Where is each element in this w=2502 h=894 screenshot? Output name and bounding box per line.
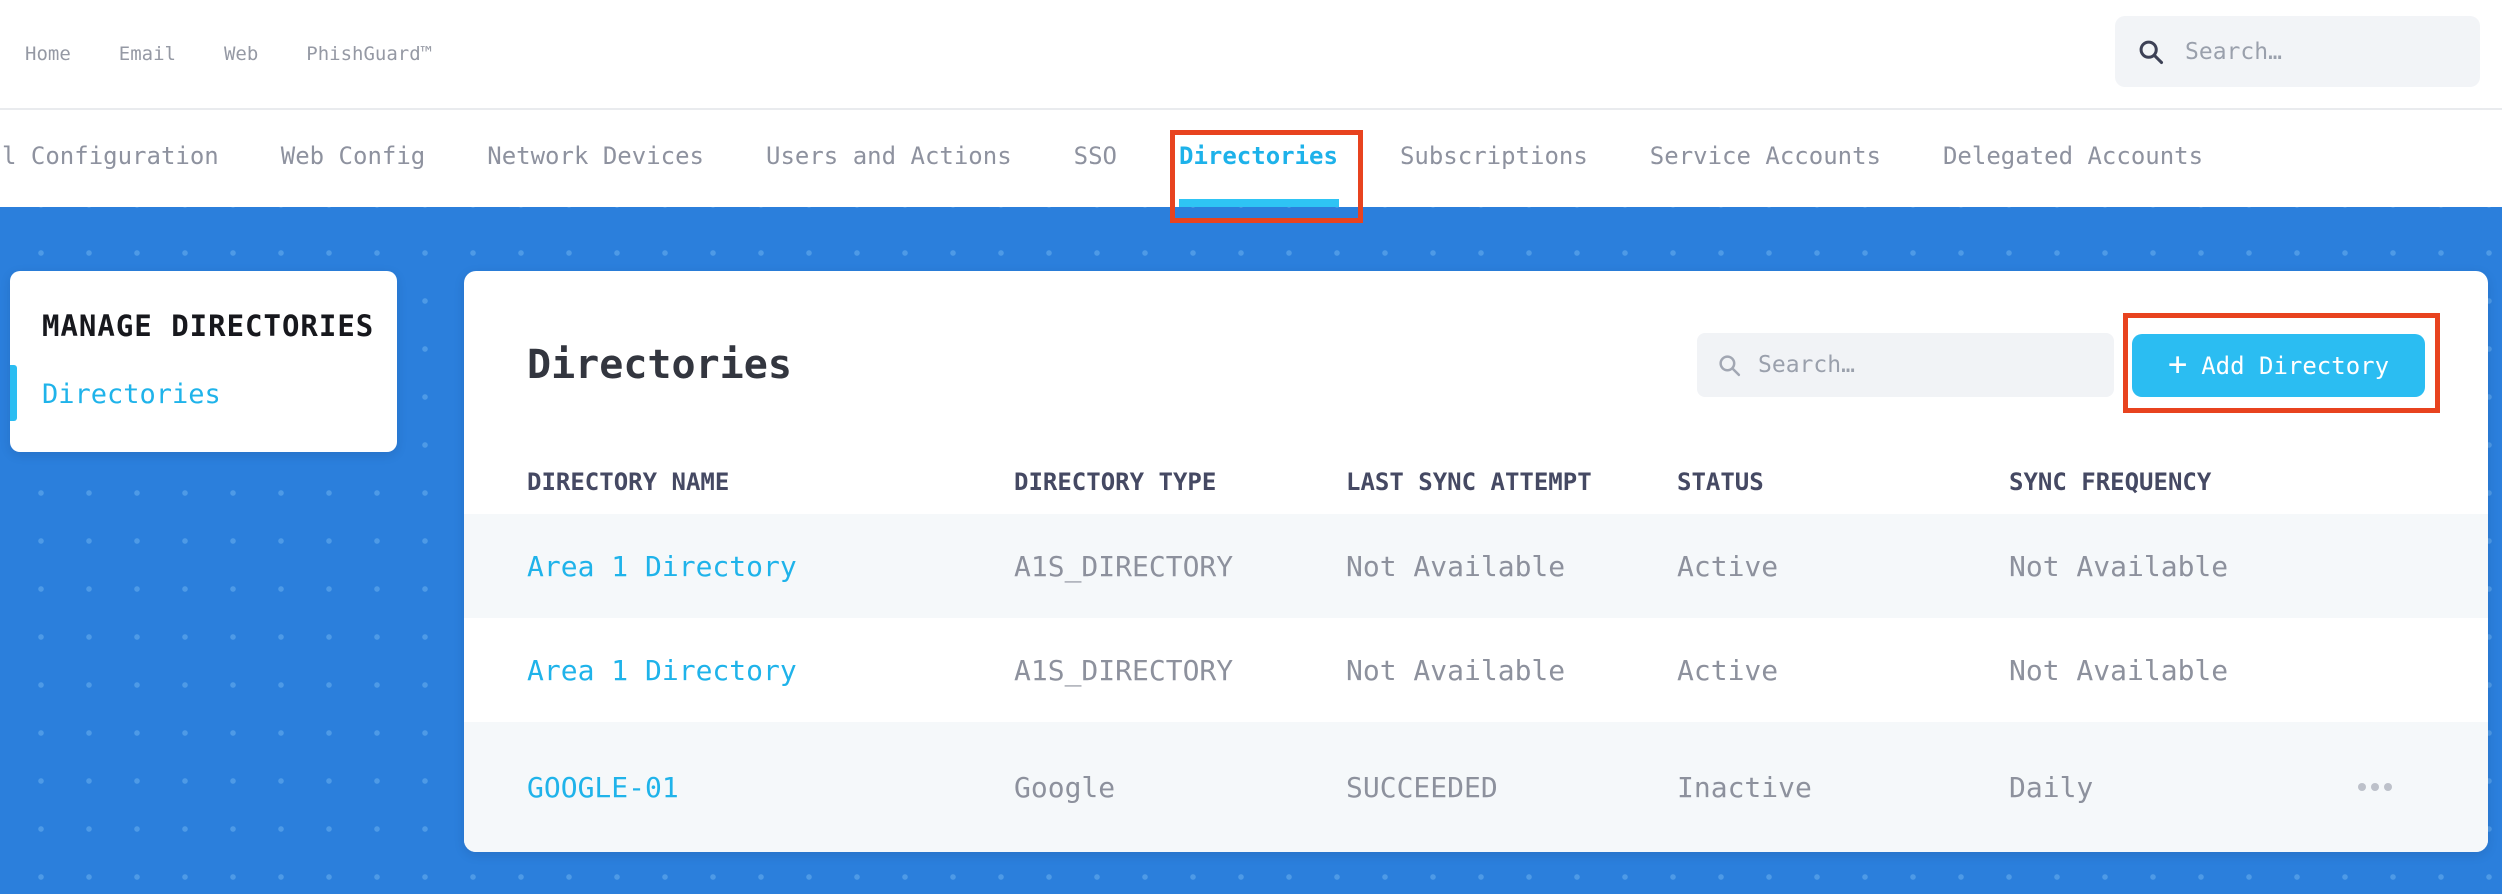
table-header-row: DIRECTORY NAME DIRECTORY TYPE LAST SYNC … bbox=[464, 450, 2488, 514]
tab-users-and-actions[interactable]: Users and Actions bbox=[766, 142, 1012, 170]
directory-name-link[interactable]: GOOGLE-01 bbox=[527, 771, 1014, 804]
settings-tab-bar: l Configuration Web Config Network Devic… bbox=[0, 112, 2502, 207]
tab-delegated-accounts[interactable]: Delegated Accounts bbox=[1943, 142, 2203, 170]
col-last-sync-attempt: LAST SYNC ATTEMPT bbox=[1346, 468, 1592, 496]
directory-name-link[interactable]: Area 1 Directory bbox=[527, 654, 1014, 687]
table-row: GOOGLE-01 Google SUCCEEDED Inactive Dail… bbox=[464, 722, 2488, 852]
directories-search-box[interactable] bbox=[1697, 333, 2114, 397]
nav-item-web[interactable]: Web bbox=[224, 43, 258, 65]
page: Home Email Web PhishGuard™ l Configurati… bbox=[0, 0, 2502, 894]
nav-item-phishguard[interactable]: PhishGuard™ bbox=[306, 43, 432, 65]
last-sync-value: Not Available bbox=[1346, 653, 1566, 687]
directory-name-link[interactable]: Area 1 Directory bbox=[527, 550, 1014, 583]
ellipsis-icon bbox=[2384, 783, 2392, 791]
directory-type-value: A1S_DIRECTORY bbox=[1014, 549, 1234, 583]
table-row: Area 1 Directory A1S_DIRECTORY Not Avail… bbox=[464, 618, 2488, 722]
row-actions-menu[interactable] bbox=[2350, 775, 2400, 799]
add-directory-label: Add Directory bbox=[2201, 351, 2390, 380]
top-nav: Home Email Web PhishGuard™ bbox=[25, 0, 432, 108]
tab-subscriptions[interactable]: Subscriptions bbox=[1400, 142, 1588, 170]
col-status: STATUS bbox=[1677, 468, 1764, 496]
manage-directories-panel: MANAGE DIRECTORIES Directories bbox=[10, 271, 397, 452]
tab-email-configuration[interactable]: l Configuration bbox=[2, 142, 219, 170]
panel-title: MANAGE DIRECTORIES bbox=[42, 309, 375, 343]
directories-card-header: Directories + Add Directory bbox=[464, 271, 2488, 450]
col-directory-type: DIRECTORY TYPE bbox=[1014, 468, 1217, 496]
table-row: Area 1 Directory A1S_DIRECTORY Not Avail… bbox=[464, 514, 2488, 618]
directory-type-value: A1S_DIRECTORY bbox=[1014, 653, 1234, 687]
tab-sso[interactable]: SSO bbox=[1074, 142, 1117, 170]
last-sync-value: SUCCEEDED bbox=[1346, 770, 1498, 804]
global-search-box[interactable] bbox=[2115, 16, 2480, 87]
add-directory-button[interactable]: + Add Directory bbox=[2132, 334, 2425, 397]
nav-item-home[interactable]: Home bbox=[25, 43, 71, 65]
settings-tabs: l Configuration Web Config Network Devic… bbox=[2, 112, 2203, 200]
col-directory-name: DIRECTORY NAME bbox=[527, 468, 730, 496]
plus-icon: + bbox=[2167, 345, 2188, 383]
status-value: Active bbox=[1677, 653, 1779, 687]
status-value: Active bbox=[1677, 549, 1779, 583]
directory-type-value: Google bbox=[1014, 770, 1116, 804]
directories-table: DIRECTORY NAME DIRECTORY TYPE LAST SYNC … bbox=[464, 450, 2488, 852]
last-sync-value: Not Available bbox=[1346, 549, 1566, 583]
status-value: Inactive bbox=[1677, 770, 1812, 804]
sidebar-item-directories[interactable]: Directories bbox=[42, 379, 221, 410]
sync-frequency-value: Not Available bbox=[2009, 653, 2229, 687]
page-title: Directories bbox=[527, 342, 792, 388]
nav-item-email[interactable]: Email bbox=[119, 43, 176, 65]
tab-service-accounts[interactable]: Service Accounts bbox=[1650, 142, 1881, 170]
directories-search-input[interactable] bbox=[1758, 352, 2094, 378]
tab-web-config[interactable]: Web Config bbox=[281, 142, 426, 170]
ellipsis-icon bbox=[2358, 783, 2366, 791]
ellipsis-icon bbox=[2371, 783, 2379, 791]
top-bar: Home Email Web PhishGuard™ bbox=[0, 0, 2502, 110]
sync-frequency-value: Not Available bbox=[2009, 549, 2229, 583]
tab-network-devices[interactable]: Network Devices bbox=[487, 142, 704, 170]
active-item-indicator bbox=[10, 365, 17, 421]
search-icon bbox=[2139, 40, 2164, 64]
global-search-input[interactable] bbox=[2185, 38, 2458, 65]
search-icon bbox=[1719, 354, 1741, 376]
col-sync-frequency: SYNC FREQUENCY bbox=[2009, 468, 2212, 496]
tab-directories[interactable]: Directories bbox=[1179, 142, 1338, 170]
directories-card: Directories + Add Directory DIRECTORY NA… bbox=[464, 271, 2488, 852]
active-tab-underline bbox=[1179, 199, 1339, 207]
